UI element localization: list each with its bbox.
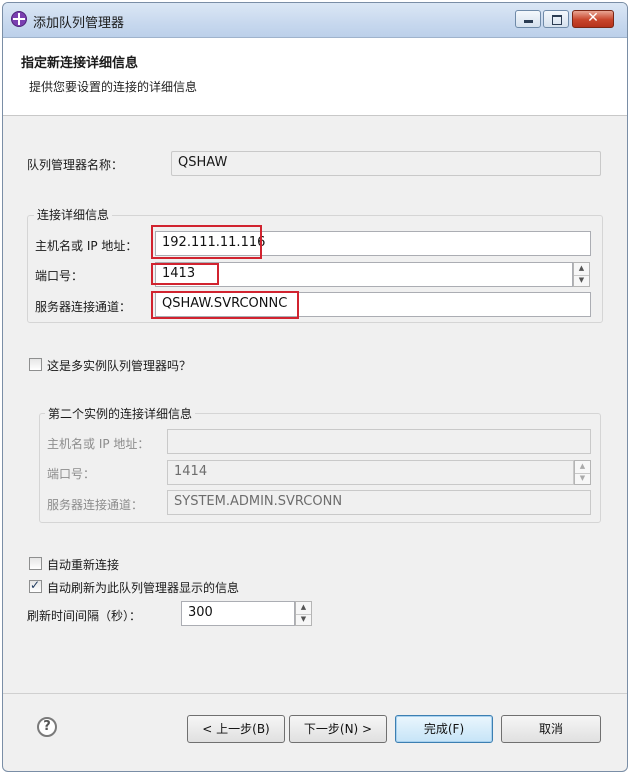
footer-separator — [3, 693, 627, 694]
check-icon: ✓ — [30, 578, 41, 592]
header-banner: 指定新连接详细信息 提供您要设置的连接的详细信息 — [3, 38, 627, 116]
close-icon: ✕ — [587, 10, 599, 26]
close-button[interactable]: ✕ — [572, 10, 614, 28]
auto-reconnect-label: 自动重新连接 — [47, 558, 120, 572]
help-icon[interactable]: ? — [37, 717, 57, 737]
port-spin-down[interactable]: ▼ — [574, 275, 589, 287]
chevron-down-icon: ▼ — [578, 275, 585, 284]
minimize-icon — [524, 20, 533, 23]
second-port-spinner[interactable]: ▲ ▼ — [574, 460, 591, 485]
multi-instance-label: 这是多实例队列管理器吗？ — [47, 359, 192, 373]
minimize-button[interactable] — [515, 10, 541, 28]
window-title: 添加队列管理器 — [33, 16, 125, 31]
second-channel-input[interactable]: SYSTEM.ADMIN.SVRCONN — [167, 490, 591, 515]
second-host-input[interactable] — [167, 429, 591, 454]
maximize-icon — [552, 15, 562, 25]
refresh-interval-spinner[interactable]: ▲ ▼ — [295, 601, 312, 626]
back-button[interactable]: < 上一步(B) — [187, 715, 285, 743]
port-label: 端口号： — [35, 269, 84, 283]
channel-input[interactable]: QSHAW.SVRCONNC — [155, 292, 591, 317]
qmgr-name-field: QSHAW — [171, 151, 601, 176]
refresh-interval-label: 刷新时间间隔（秒）： — [27, 609, 142, 623]
page-title: 指定新连接详细信息 — [21, 56, 139, 71]
channel-label: 服务器连接通道： — [35, 300, 132, 314]
host-input[interactable]: 192.111.11.116 — [155, 231, 591, 256]
connection-details-title: 连接详细信息 — [34, 206, 113, 223]
maximize-button[interactable] — [543, 10, 569, 28]
chevron-up-icon: ▲ — [579, 462, 586, 470]
page-description: 提供您要设置的连接的详细信息 — [29, 80, 198, 94]
second-instance-title: 第二个实例的连接详细信息 — [45, 405, 196, 422]
auto-refresh-checkbox[interactable]: ✓ — [29, 578, 42, 593]
cancel-button[interactable]: 取消 — [501, 715, 601, 743]
auto-reconnect-checkbox[interactable] — [29, 557, 42, 570]
chevron-up-icon: ▲ — [578, 264, 585, 272]
finish-button[interactable]: 完成(F) — [395, 715, 493, 743]
qmgr-name-label: 队列管理器名称： — [27, 158, 124, 172]
second-channel-label: 服务器连接通道： — [47, 498, 144, 512]
refresh-interval-input[interactable]: 300 — [181, 601, 295, 626]
app-icon — [11, 11, 27, 27]
second-host-label: 主机名或 IP 地址： — [47, 437, 150, 451]
chevron-down-icon: ▼ — [300, 614, 307, 623]
port-input[interactable]: 1413 — [155, 262, 573, 287]
chevron-up-icon: ▲ — [300, 603, 307, 611]
multi-instance-checkbox[interactable] — [29, 358, 42, 371]
dialog-window: 添加队列管理器 ✕ 指定新连接详细信息 提供您要设置的连接的详细信息 队列管理器… — [2, 2, 628, 772]
host-label: 主机名或 IP 地址： — [35, 239, 138, 253]
second-port-label: 端口号： — [47, 467, 96, 481]
refresh-spin-down[interactable]: ▼ — [296, 614, 311, 626]
next-button[interactable]: 下一步(N) > — [289, 715, 387, 743]
second-port-spin-down[interactable]: ▼ — [575, 473, 590, 485]
title-bar: 添加队列管理器 ✕ — [3, 3, 627, 38]
second-port-input[interactable]: 1414 — [167, 460, 574, 485]
auto-refresh-label: 自动刷新为此队列管理器显示的信息 — [47, 581, 240, 595]
port-spinner[interactable]: ▲ ▼ — [573, 262, 590, 287]
chevron-down-icon: ▼ — [579, 473, 586, 482]
